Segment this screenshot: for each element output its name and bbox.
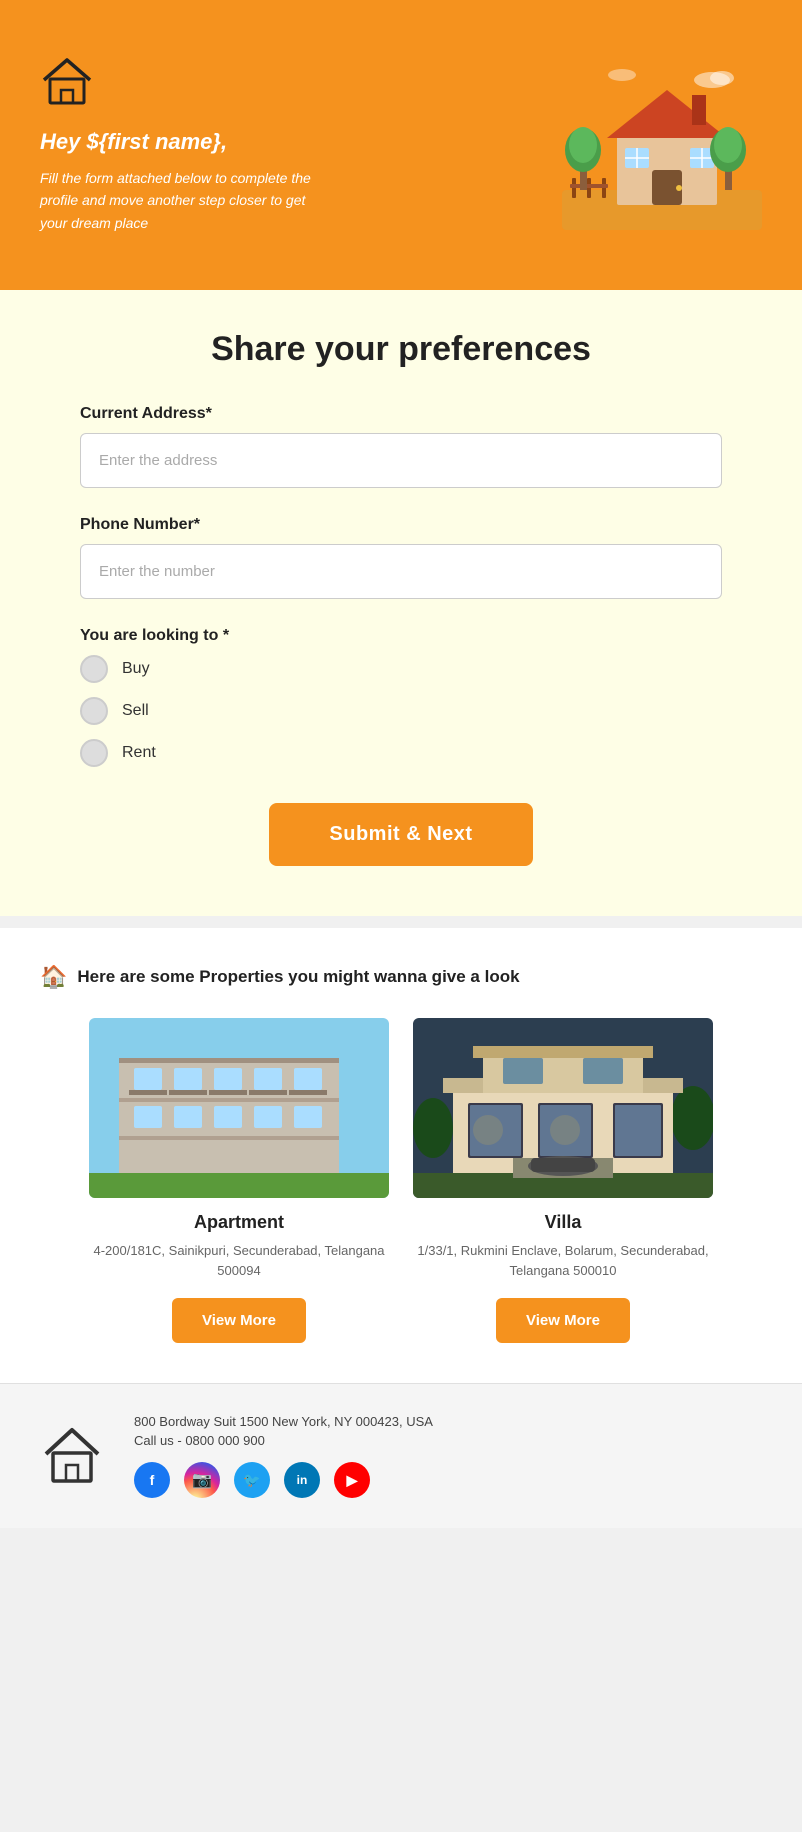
radio-circle-buy [80, 655, 108, 683]
submit-next-button[interactable]: Submit & Next [269, 803, 532, 866]
apartment-image-svg [89, 1018, 389, 1198]
apartment-view-more-button[interactable]: View More [172, 1298, 306, 1343]
facebook-icon[interactable]: f [134, 1462, 170, 1498]
form-title: Share your preferences [80, 330, 722, 369]
radio-circle-rent [80, 739, 108, 767]
properties-section: 🏠 Here are some Properties you might wan… [0, 928, 802, 1383]
villa-image [413, 1018, 713, 1198]
footer-phone-num: 0800 000 900 [185, 1433, 265, 1448]
villa-image-svg [413, 1018, 713, 1198]
villa-view-more-button[interactable]: View More [496, 1298, 630, 1343]
properties-header-text: Here are some Properties you might wanna… [77, 967, 519, 987]
radio-option-sell[interactable]: Sell [80, 697, 722, 725]
phone-label: Phone Number* [80, 516, 722, 534]
radio-option-rent[interactable]: Rent [80, 739, 722, 767]
footer-social-links: f 📷 🐦 in ▶ [134, 1462, 762, 1498]
villa-address: 1/33/1, Rukmini Enclave, Bolarum, Secund… [413, 1241, 713, 1280]
address-label: Current Address* [80, 405, 722, 423]
footer-phone: Call us - 0800 000 900 [134, 1433, 762, 1448]
looking-to-group: You are looking to * Buy Sell Rent [80, 627, 722, 767]
home-icon [40, 56, 94, 106]
footer-home-icon [40, 1422, 104, 1486]
linkedin-icon[interactable]: in [284, 1462, 320, 1498]
footer-info: 800 Bordway Suit 1500 New York, NY 00042… [134, 1414, 762, 1498]
footer-logo [40, 1422, 104, 1491]
instagram-icon[interactable]: 📷 [184, 1462, 220, 1498]
hero-subtitle: Fill the form attached below to complete… [40, 167, 320, 234]
footer-address: 800 Bordway Suit 1500 New York, NY 00042… [134, 1414, 762, 1429]
properties-grid: Apartment 4-200/181C, Sainikpuri, Secund… [40, 1018, 762, 1343]
property-card-apartment: Apartment 4-200/181C, Sainikpuri, Secund… [89, 1018, 389, 1343]
twitter-icon[interactable]: 🐦 [234, 1462, 270, 1498]
address-input[interactable] [80, 433, 722, 488]
footer: 800 Bordway Suit 1500 New York, NY 00042… [0, 1383, 802, 1528]
hero-greeting: Hey ${first name}, [40, 129, 542, 155]
villa-name: Villa [413, 1212, 713, 1233]
apartment-name: Apartment [89, 1212, 389, 1233]
radio-option-buy[interactable]: Buy [80, 655, 722, 683]
apartment-image [89, 1018, 389, 1198]
house-illustration-icon [562, 60, 762, 230]
radio-label-sell: Sell [122, 702, 149, 720]
property-card-villa: Villa 1/33/1, Rukmini Enclave, Bolarum, … [413, 1018, 713, 1343]
footer-call-label: Call us - [134, 1433, 182, 1448]
youtube-icon[interactable]: ▶ [334, 1462, 370, 1498]
hero-banner: Hey ${first name}, Fill the form attache… [0, 0, 802, 290]
phone-input[interactable] [80, 544, 722, 599]
apartment-address: 4-200/181C, Sainikpuri, Secunderabad, Te… [89, 1241, 389, 1280]
radio-circle-sell [80, 697, 108, 725]
properties-header: 🏠 Here are some Properties you might wan… [40, 964, 762, 990]
form-section: Share your preferences Current Address* … [0, 290, 802, 916]
hero-right-illustration [542, 60, 762, 230]
looking-to-label: You are looking to * [80, 627, 722, 645]
radio-label-buy: Buy [122, 660, 150, 678]
house-emoji-icon: 🏠 [40, 964, 67, 990]
hero-left-content: Hey ${first name}, Fill the form attache… [40, 56, 542, 234]
radio-label-rent: Rent [122, 744, 156, 762]
